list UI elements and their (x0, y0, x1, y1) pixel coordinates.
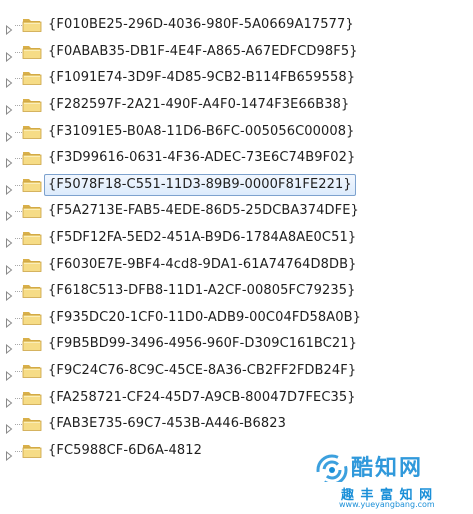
tree-node-label[interactable]: {FAB3E735-69C7-453B-A446-B6823 (44, 413, 290, 435)
folder-icon (22, 442, 42, 459)
tree-node-label[interactable]: {F5078F18-C551-11D3-89B9-0000F81FE221} (44, 173, 356, 196)
tree-connector (15, 371, 22, 373)
folder-icon (22, 149, 42, 166)
tree-node-label[interactable]: {F935DC20-1CF0-11D0-ADB9-00C04FD58A0B} (44, 307, 365, 329)
folder-icon (22, 282, 42, 299)
registry-tree: {F010BE25-296D-4036-980F-5A0669A17577} {F… (0, 12, 473, 464)
folder-icon (22, 256, 42, 273)
tree-node-label[interactable]: {F9B5BD99-3496-4956-960F-D309C161BC21} (44, 333, 361, 355)
tree-node-label[interactable]: {F5A2713E-FAB5-4EDE-86D5-25DCBA374DFE} (44, 200, 363, 222)
tree-connector (15, 450, 22, 452)
triangle-right-icon[interactable] (5, 47, 13, 62)
tree-node[interactable]: {F3D99616-0631-4F36-ADEC-73E6C74B9F02} (0, 145, 473, 172)
tree-node[interactable]: {F0ABAB35-DB1F-4E4F-A865-A67EDFCD98F5} (0, 39, 473, 66)
tree-connector (15, 424, 22, 426)
triangle-right-icon[interactable] (5, 180, 13, 195)
tree-connector (15, 51, 22, 53)
folder-icon (22, 229, 42, 246)
tree-node-label[interactable]: {F0ABAB35-DB1F-4E4F-A865-A67EDFCD98F5} (44, 41, 362, 63)
tree-node[interactable]: {F31091E5-B0A8-11D6-B6FC-005056C00008} (0, 118, 473, 145)
tree-node-label[interactable]: {F31091E5-B0A8-11D6-B6FC-005056C00008} (44, 121, 358, 143)
tree-node[interactable]: {F618C513-DFB8-11D1-A2CF-00805FC79235} (0, 278, 473, 305)
tree-node[interactable]: {F9B5BD99-3496-4956-960F-D309C161BC21} (0, 331, 473, 358)
tree-node[interactable]: {FC5988CF-6D6A-4812 (0, 438, 473, 465)
tree-connector (15, 264, 22, 266)
tree-node[interactable]: {F9C24C76-8C9C-45CE-8A36-CB2FF2FDB24F} (0, 358, 473, 385)
tree-connector (15, 78, 22, 80)
triangle-right-icon[interactable] (5, 100, 13, 116)
tree-node[interactable]: {FAB3E735-69C7-453B-A446-B6823 (0, 411, 473, 438)
folder-icon (22, 202, 42, 219)
folder-icon (22, 335, 42, 352)
tree-connector (15, 291, 22, 293)
folder-icon (22, 43, 42, 60)
folder-icon (22, 309, 42, 326)
triangle-right-icon[interactable] (5, 20, 13, 36)
tree-node-label[interactable]: {F282597F-2A21-490F-A4F0-1474F3E66B38} (44, 94, 353, 116)
tree-node-label[interactable]: {F1091E74-3D9F-4D85-9CB2-B114FB659558} (44, 67, 359, 89)
tree-node[interactable]: {F5078F18-C551-11D3-89B9-0000F81FE221} (0, 172, 473, 199)
tree-node[interactable]: {F5DF12FA-5ED2-451A-B9D6-1784A8AE0C51} (0, 225, 473, 252)
triangle-right-icon[interactable] (5, 73, 13, 89)
tree-node[interactable]: {F282597F-2A21-490F-A4F0-1474F3E66B38} (0, 92, 473, 119)
tree-connector (15, 184, 22, 186)
tree-connector (15, 211, 22, 213)
folder-icon (22, 69, 42, 86)
tree-connector (15, 105, 22, 107)
watermark-brand: 趣 丰 富 知 网 (341, 488, 434, 503)
tree-node[interactable]: {F1091E74-3D9F-4D85-9CB2-B114FB659558} (0, 65, 473, 92)
tree-connector (15, 238, 22, 240)
tree-node[interactable]: {F935DC20-1CF0-11D0-ADB9-00C04FD58A0B} (0, 305, 473, 332)
folder-icon (22, 16, 42, 33)
triangle-right-icon[interactable] (5, 419, 13, 435)
tree-node-label[interactable]: {F618C513-DFB8-11D1-A2CF-00805FC79235} (44, 280, 359, 302)
tree-node[interactable]: {F6030E7E-9BF4-4cd8-9DA1-61A74764D8DB} (0, 251, 473, 278)
tree-node-label[interactable]: {F010BE25-296D-4036-980F-5A0669A17577} (44, 14, 358, 36)
tree-node-label[interactable]: {F3D99616-0631-4F36-ADEC-73E6C74B9F02} (44, 147, 359, 169)
tree-connector (15, 344, 22, 346)
triangle-right-icon[interactable] (5, 127, 13, 142)
triangle-right-icon[interactable] (5, 206, 13, 222)
folder-icon (22, 415, 42, 432)
tree-connector (15, 158, 22, 160)
tree-node-label[interactable]: {F6030E7E-9BF4-4cd8-9DA1-61A74764D8DB} (44, 254, 360, 276)
triangle-right-icon[interactable] (5, 446, 13, 461)
folder-icon (22, 389, 42, 406)
triangle-right-icon[interactable] (5, 366, 13, 382)
triangle-right-icon[interactable] (5, 153, 13, 169)
tree-connector (15, 397, 22, 399)
tree-node-label[interactable]: {F9C24C76-8C9C-45CE-8A36-CB2FF2FDB24F} (44, 360, 360, 382)
folder-icon (22, 96, 42, 113)
triangle-right-icon[interactable] (5, 339, 13, 355)
tree-node[interactable]: {F5A2713E-FAB5-4EDE-86D5-25DCBA374DFE} (0, 198, 473, 225)
watermark-url: www.yueyangbang.com (339, 500, 435, 509)
triangle-right-icon[interactable] (5, 260, 13, 275)
tree-node-label[interactable]: {FA258721-CF24-45D7-A9CB-80047D7FEC35} (44, 387, 360, 409)
tree-node[interactable]: {F010BE25-296D-4036-980F-5A0669A17577} (0, 12, 473, 39)
tree-node-label[interactable]: {F5DF12FA-5ED2-451A-B9D6-1784A8AE0C51} (44, 227, 360, 249)
folder-icon (22, 123, 42, 140)
tree-connector (15, 317, 22, 319)
triangle-right-icon[interactable] (5, 313, 13, 328)
tree-node[interactable]: {FA258721-CF24-45D7-A9CB-80047D7FEC35} (0, 384, 473, 411)
tree-node-label[interactable]: {FC5988CF-6D6A-4812 (44, 440, 206, 462)
triangle-right-icon[interactable] (5, 233, 13, 249)
tree-connector (15, 25, 22, 27)
triangle-right-icon[interactable] (5, 393, 13, 408)
triangle-right-icon[interactable] (5, 286, 13, 302)
folder-icon (22, 362, 42, 379)
folder-icon (22, 176, 42, 193)
tree-connector (15, 131, 22, 133)
